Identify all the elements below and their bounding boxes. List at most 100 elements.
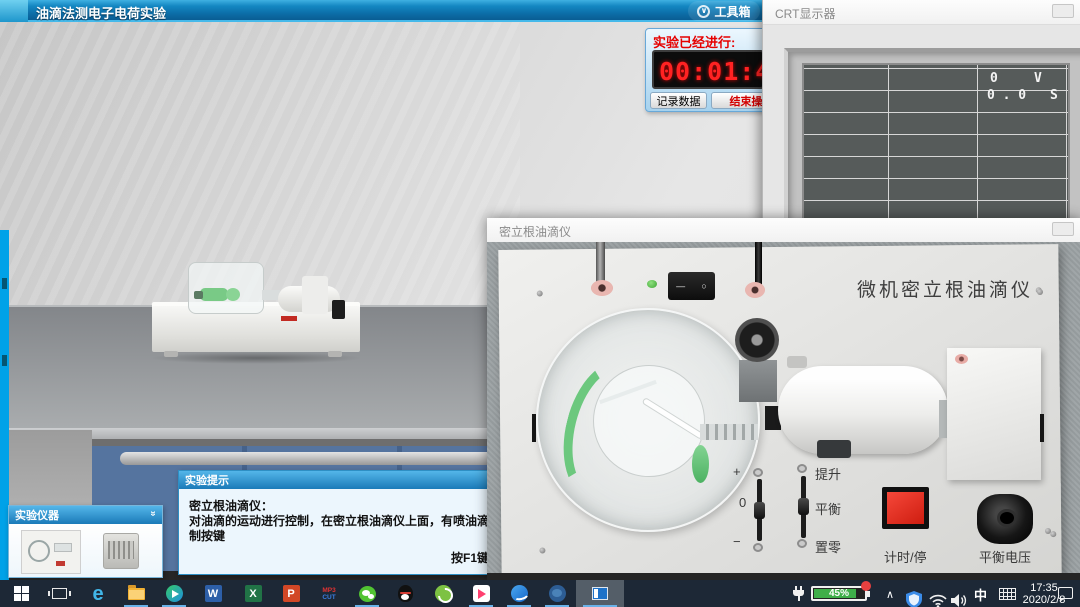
polarity-zero-label: 0 [739, 495, 746, 510]
taskbar: e W X P MP3CUT 45% ∧ [0, 580, 1080, 607]
youku-play-icon [473, 585, 490, 602]
crt-display-window: CRT显示器 0 V 0 . 0 S [762, 0, 1080, 232]
experiment-timer-panel: 实验已经进行: 00:01:4 记录数据 结束操 [645, 28, 768, 112]
chamber-dark-part [194, 291, 203, 299]
instrument-thumbnail-crt-monitor[interactable] [103, 533, 139, 569]
app-title: 油滴法测电子电荷实验 [36, 3, 166, 22]
timing-stop-button[interactable] [882, 487, 929, 529]
notification-dot [861, 581, 871, 591]
wifi-icon[interactable] [929, 588, 947, 607]
power-on-mark: — [676, 281, 685, 291]
taskbar-excel[interactable]: X [234, 580, 272, 607]
polarity-switch-knob[interactable] [754, 502, 765, 519]
task-view-button[interactable] [40, 580, 78, 607]
timer-led-display: 00:01:4 [652, 50, 764, 89]
power-off-mark: ○ [701, 281, 706, 291]
action-center-icon[interactable] [1058, 587, 1073, 599]
taskbar-powerpoint[interactable]: P [272, 580, 310, 607]
polarity-switch-top-hole [753, 468, 763, 477]
panel-side-slot [532, 414, 536, 442]
taskbar-active-experiment-app[interactable] [576, 580, 624, 607]
chamber-green-bulb [226, 288, 240, 301]
play-icon [166, 585, 183, 602]
panel-screw [1050, 531, 1056, 537]
toolbox-button[interactable]: ∨ 工具箱 [688, 1, 760, 21]
cylinder-nub [787, 356, 807, 368]
start-button[interactable] [2, 580, 40, 607]
taskbar-globe-app[interactable] [538, 580, 576, 607]
hint-line2: 制按键 [189, 527, 225, 544]
camera-lens-top [735, 318, 779, 362]
mp3cut-icon: MP3CUT [322, 587, 335, 601]
record-data-button[interactable]: 记录数据 [650, 92, 707, 109]
mode-switch-knob[interactable] [798, 498, 809, 515]
touch-keyboard-icon[interactable] [999, 588, 1016, 600]
taskbar-edge[interactable]: e [79, 580, 117, 607]
oil-window-content: — ○ 微机密立根油滴仪 [487, 242, 1080, 580]
crt-window-button[interactable] [1052, 4, 1074, 18]
taskbar-wechat[interactable] [348, 580, 386, 607]
cylinder-clamp [817, 440, 851, 458]
blue-swoosh-icon [511, 585, 528, 602]
taskbar-youku[interactable] [462, 580, 500, 607]
hidden-icons-chevron[interactable]: ∧ [886, 588, 894, 607]
apparatus-foot [328, 351, 342, 357]
taskbar-word[interactable]: W [194, 580, 232, 607]
hint-header[interactable]: 实验提示 [179, 471, 492, 489]
globe-icon [549, 585, 566, 602]
taskbar-file-explorer[interactable] [117, 580, 155, 607]
toolbox-label: 工具箱 [714, 3, 750, 20]
taskbar-mp3cut[interactable]: MP3CUT [310, 580, 348, 607]
cable-grommet [591, 280, 613, 296]
oil-drop-chamber[interactable] [536, 308, 760, 532]
taskbar-qq[interactable] [386, 580, 424, 607]
oil-drop-apparatus-window: 密立根油滴仪 — ○ [487, 218, 1080, 580]
taskbar-video-player[interactable] [155, 580, 193, 607]
oil-window-title-bar[interactable]: 密立根油滴仪 [487, 218, 1080, 243]
experiment-app-icon [592, 587, 608, 600]
edge-icon: e [92, 584, 103, 604]
camera-box [947, 348, 1041, 480]
instrument-thumbnail-oil-apparatus[interactable] [21, 530, 81, 574]
thumb-part [54, 543, 72, 552]
thumb-grill [108, 541, 134, 559]
panel-bottom-shadow [487, 573, 1080, 580]
taskbar-green-app[interactable] [424, 580, 462, 607]
collapse-chevron-icon[interactable]: » [148, 511, 159, 517]
excel-icon: X [245, 585, 262, 602]
balance-voltage-knob[interactable] [977, 494, 1033, 544]
instruments-title: 实验仪器 [15, 507, 59, 523]
crt-time-value: 0 . 0 [987, 88, 1026, 103]
taskbar-blue-app[interactable] [500, 580, 538, 607]
task-view-icon [52, 588, 67, 599]
mode-up-label: 提升 [815, 464, 841, 483]
sidebar-strip-glyph [2, 278, 7, 289]
crt-window-title-bar[interactable]: CRT显示器 [763, 0, 1080, 25]
ime-indicator[interactable]: 中 [974, 585, 987, 607]
crt-screen[interactable]: 0 V 0 . 0 S [802, 63, 1070, 232]
mode-balance-label: 平衡 [815, 499, 841, 518]
instruments-header[interactable]: 实验仪器 » [9, 506, 162, 524]
shield-icon[interactable] [906, 586, 922, 607]
hint-body: 密立根油滴仪： 对油滴的运动进行控制，在密立根油滴仪上面，有喷油滴管，电压的调 … [179, 489, 492, 574]
windows-logo-icon [14, 586, 29, 601]
battery-indicator[interactable]: 45% [811, 586, 867, 601]
balance-voltage-label: 平衡电压 [979, 547, 1031, 566]
power-rocker-switch[interactable]: — ○ [668, 272, 715, 300]
mode-switch-bottom-hole [797, 539, 807, 548]
power-plug-icon [793, 586, 805, 601]
green-ring-icon [435, 585, 452, 602]
green-oil-bottle[interactable] [692, 445, 709, 483]
oil-window-button[interactable] [1052, 222, 1074, 236]
ccd-microscope-cylinder[interactable] [778, 366, 948, 454]
word-icon: W [205, 585, 222, 602]
mode-switch-top-hole [797, 464, 807, 473]
battery-nub [867, 591, 870, 597]
mode-zero-label: 置零 [815, 537, 841, 556]
panel-screw [1045, 528, 1051, 534]
speaker-icon[interactable] [951, 587, 969, 607]
timer-label: 实验已经进行: [653, 32, 735, 51]
hint-line1: 对油滴的运动进行控制，在密立根油滴仪上面，有喷油滴管，电压的调 [189, 512, 492, 529]
millikan-apparatus-3d[interactable] [150, 258, 365, 362]
end-operation-label: 结束操 [730, 93, 763, 109]
